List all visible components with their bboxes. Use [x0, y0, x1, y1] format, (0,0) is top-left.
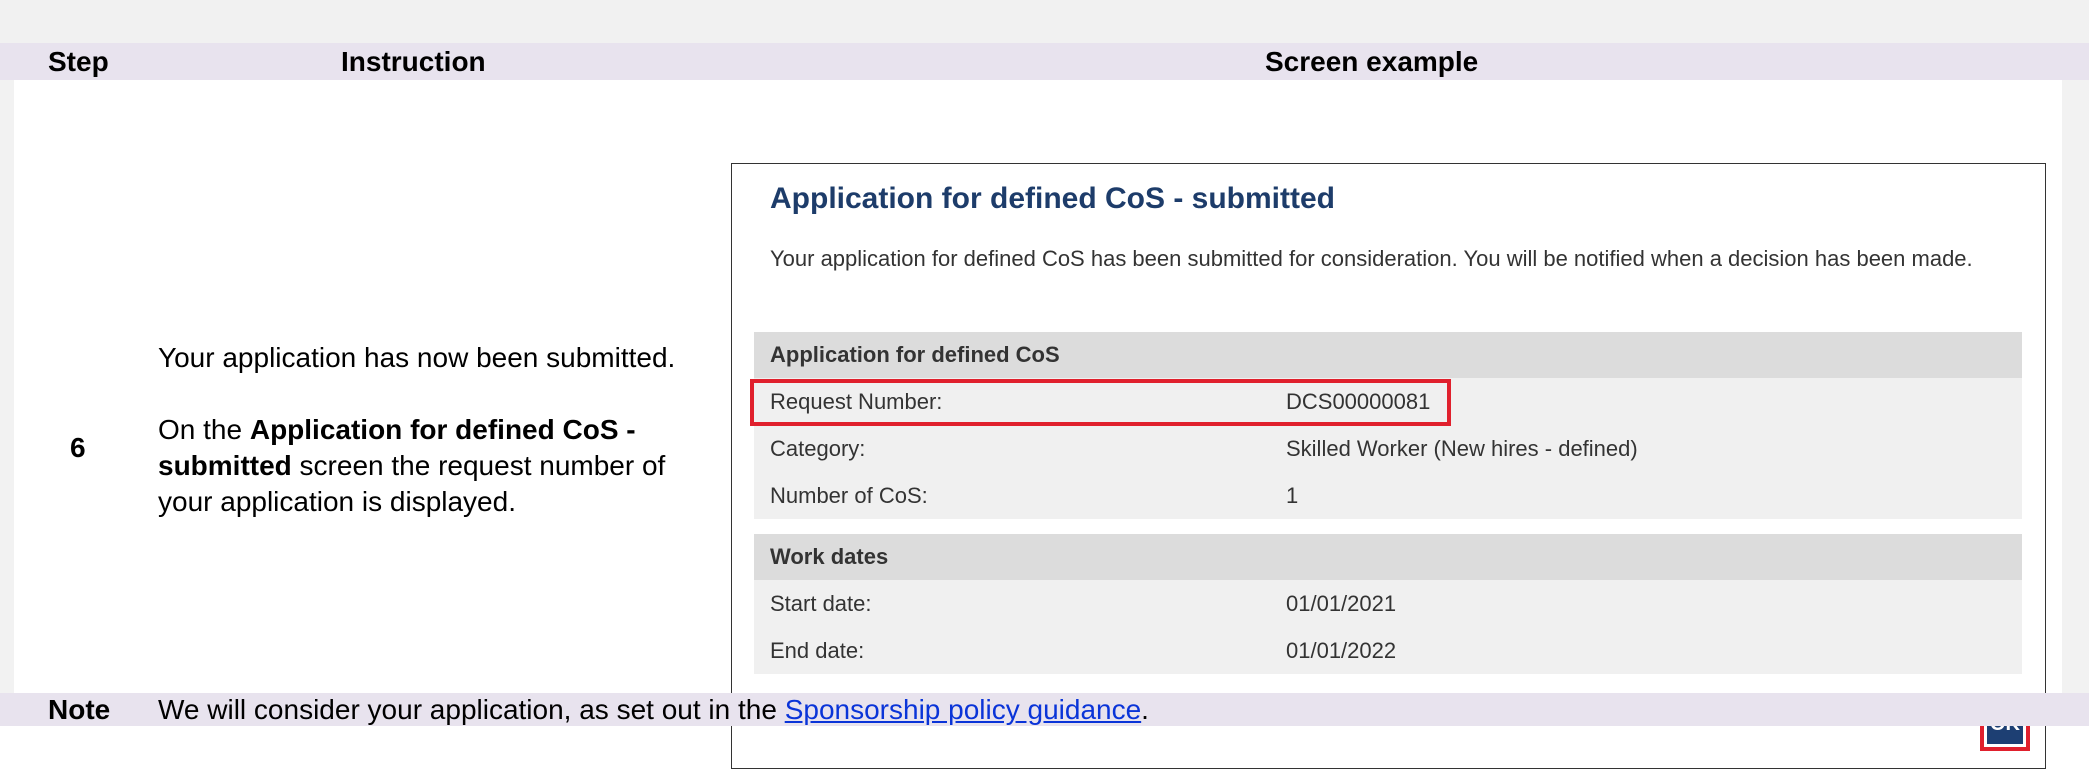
- table-header-row: Step Instruction Screen example: [0, 43, 2089, 80]
- detail-row-number-of-cos: Number of CoS: 1: [754, 472, 2022, 519]
- sponsorship-guidance-link[interactable]: Sponsorship policy guidance: [785, 694, 1141, 725]
- detail-label: End date:: [770, 638, 865, 663]
- note-row: Note We will consider your application, …: [0, 693, 2089, 726]
- detail-row-category: Category: Skilled Worker (New hires - de…: [754, 425, 2022, 472]
- detail-value: 01/01/2021: [1286, 591, 1397, 616]
- note-label: Note: [48, 694, 111, 725]
- request-number-highlight: [750, 379, 1451, 426]
- instruction-paragraph-2: On the Application for defined CoS - sub…: [158, 412, 698, 520]
- header-instruction: Instruction: [341, 46, 486, 77]
- top-band: [0, 0, 2089, 43]
- detail-value: 01/01/2022: [1286, 638, 1397, 663]
- screen-title: Application for defined CoS - submitted: [770, 182, 1335, 215]
- header-step: Step: [48, 46, 109, 77]
- note-prefix: We will consider your application, as se…: [158, 694, 785, 725]
- detail-value: 1: [1286, 483, 1299, 508]
- section-heading: Application for defined CoS: [754, 332, 2022, 378]
- instruction-paragraph-1: Your application has now been submitted.: [158, 342, 676, 373]
- screen-description: Your application for defined CoS has bee…: [770, 246, 1973, 271]
- note-suffix: .: [1141, 694, 1149, 725]
- instruction-prefix: On the: [158, 414, 250, 445]
- header-screen-example: Screen example: [1265, 46, 1479, 77]
- detail-label: Category:: [770, 436, 866, 461]
- detail-row-end-date: End date: 01/01/2022: [754, 627, 2022, 674]
- note-text: We will consider your application, as se…: [158, 693, 1149, 726]
- detail-label: Number of CoS:: [770, 483, 928, 508]
- detail-value: Skilled Worker (New hires - defined): [1286, 436, 1638, 461]
- instruction-text: Your application has now been submitted.…: [158, 340, 698, 556]
- section-work-dates: Work dates Start date: 01/01/2021 End da…: [754, 534, 2022, 674]
- detail-label: Start date:: [770, 591, 872, 616]
- screen-example: Application for defined CoS - submitted …: [731, 163, 2046, 769]
- step-row: 6 Your application has now been submitte…: [0, 80, 2089, 769]
- section-heading: Work dates: [754, 534, 2022, 580]
- detail-row-start-date: Start date: 01/01/2021: [754, 580, 2022, 627]
- step-number: 6: [70, 432, 86, 463]
